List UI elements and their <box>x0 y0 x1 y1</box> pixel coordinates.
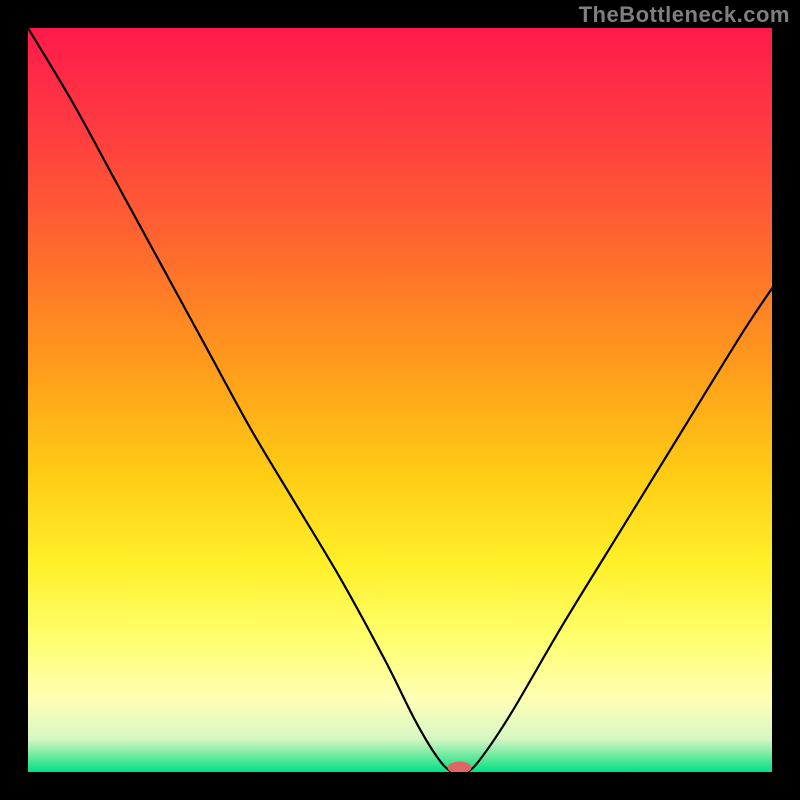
watermark-text: TheBottleneck.com <box>579 2 790 28</box>
bottleneck-chart <box>28 28 772 772</box>
plot-area <box>28 28 772 772</box>
chart-frame: TheBottleneck.com <box>0 0 800 800</box>
gradient-background <box>28 28 772 772</box>
